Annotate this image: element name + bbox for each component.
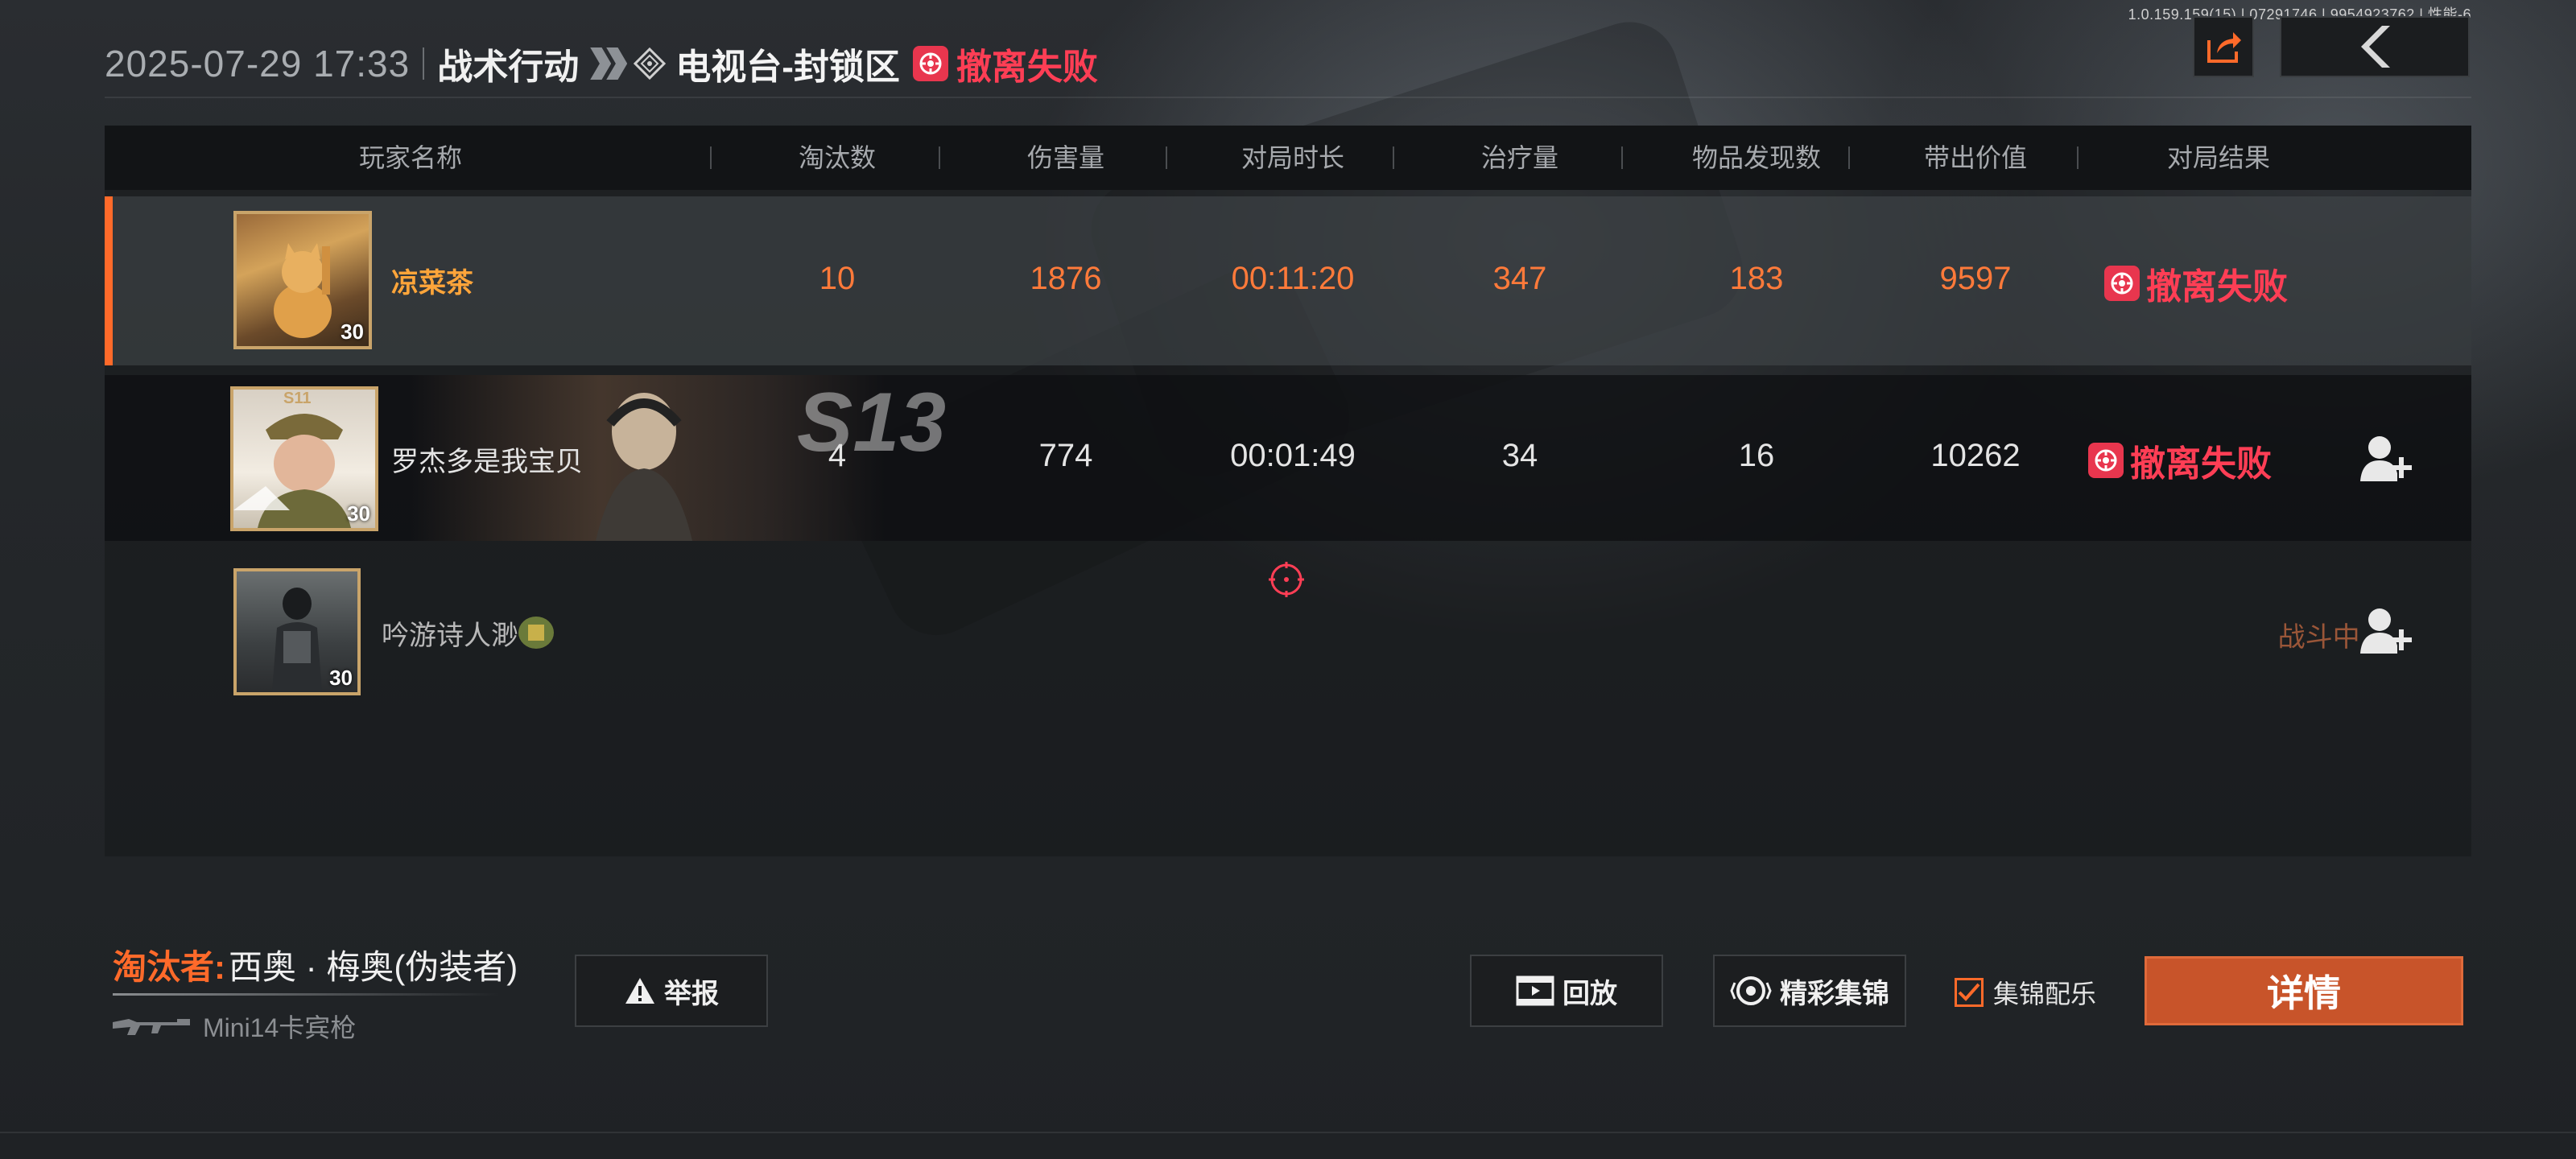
player-name[interactable]: 罗杰多是我宝贝 bbox=[391, 439, 583, 479]
avatar: 30 bbox=[233, 211, 372, 349]
game-mode: 战术行动 bbox=[437, 47, 580, 87]
items-found-value: 16 bbox=[1738, 438, 1775, 473]
bottom-divider bbox=[0, 1132, 2576, 1133]
header-divider bbox=[423, 47, 425, 80]
kills-value: 4 bbox=[828, 438, 847, 473]
match-header: 2025-07-29 17:33 战术行动 电视台-封锁区 撤离失败 bbox=[105, 35, 1098, 92]
weapon-name: Mini14卡宾枪 bbox=[203, 1013, 357, 1042]
eliminator-divider bbox=[113, 993, 499, 996]
highlights-label: 精彩集锦 bbox=[1780, 978, 1889, 1009]
share-button[interactable] bbox=[2193, 16, 2254, 77]
match-result-text: 战斗中... bbox=[2277, 622, 2383, 653]
replay-label: 回放 bbox=[1563, 978, 1617, 1009]
header-result: 撤离失败 bbox=[912, 38, 1098, 89]
extraction-fail-icon bbox=[912, 46, 948, 81]
highlight-music-toggle[interactable]: 集锦配乐 bbox=[1955, 974, 2096, 1011]
film-play-icon bbox=[1516, 975, 1554, 1006]
checkmark-icon bbox=[1958, 983, 1980, 1001]
table-header: 玩家名称 淘汰数 伤害量 对局时长 治疗量 物品发现数 带出价值 对局结果 bbox=[105, 126, 2471, 190]
damage-value: 1876 bbox=[1030, 261, 1102, 296]
self-row-accent bbox=[105, 196, 113, 365]
match-result: 撤离失败 bbox=[2104, 258, 2288, 309]
column-header-healing: 治疗量 bbox=[1480, 143, 1558, 172]
column-header-value: 带出价值 bbox=[1923, 143, 2027, 172]
details-button[interactable]: 详情 bbox=[2145, 956, 2463, 1025]
duration-value: 00:01:49 bbox=[1230, 438, 1356, 473]
share-icon bbox=[2207, 32, 2241, 63]
season-badge: S11 bbox=[283, 390, 312, 407]
player-level: 30 bbox=[329, 666, 353, 690]
match-result-text: 撤离失败 bbox=[2146, 267, 2288, 307]
crosshair-icon bbox=[1269, 562, 1304, 597]
highlight-music-label: 集锦配乐 bbox=[1993, 980, 2097, 1008]
column-divider bbox=[710, 146, 712, 169]
rifle-icon bbox=[113, 1019, 190, 1035]
column-header-player: 玩家名称 bbox=[358, 143, 462, 172]
extraction-fail-icon bbox=[2104, 266, 2140, 301]
extracted-value: 10262 bbox=[1930, 438, 2021, 473]
column-divider bbox=[2077, 146, 2079, 169]
report-label: 举报 bbox=[664, 978, 719, 1009]
chevron-left-icon bbox=[2361, 26, 2390, 68]
header-divider-line bbox=[105, 97, 2471, 98]
healing-value: 347 bbox=[1492, 261, 1547, 296]
eliminator-name: 西奥 · 梅奥(伪装者) bbox=[229, 948, 518, 986]
back-button[interactable] bbox=[2280, 16, 2470, 77]
add-friend-icon[interactable] bbox=[2359, 433, 2415, 485]
double-chevron-icon bbox=[590, 47, 628, 80]
column-header-duration: 对局时长 bbox=[1241, 143, 1344, 172]
highlights-button[interactable]: 精彩集锦 bbox=[1713, 955, 1906, 1027]
extracted-value: 9597 bbox=[1939, 261, 2012, 296]
column-divider bbox=[1848, 146, 1850, 169]
player-level: 30 bbox=[341, 320, 364, 344]
match-result: 撤离失败 bbox=[2088, 435, 2272, 486]
highlight-music-checkbox[interactable] bbox=[1955, 978, 1984, 1007]
column-header-result: 对局结果 bbox=[2166, 143, 2270, 172]
table-row-teammate[interactable]: S13 S11 30 罗杰多是我宝贝 4 774 00:01:49 34 16 … bbox=[105, 375, 2471, 541]
report-button[interactable]: 举报 bbox=[575, 955, 768, 1027]
extraction-fail-icon bbox=[2088, 443, 2124, 478]
camera-reel-icon bbox=[1730, 976, 1772, 1005]
add-friend-icon[interactable] bbox=[2359, 605, 2415, 657]
kills-value: 10 bbox=[819, 261, 856, 296]
items-found-value: 183 bbox=[1729, 261, 1784, 296]
match-result-text: 撤离失败 bbox=[2130, 444, 2272, 484]
avatar: S11 30 bbox=[230, 386, 378, 531]
scoreboard-table: 玩家名称 淘汰数 伤害量 对局时长 治疗量 物品发现数 带出价值 对局结果 30… bbox=[105, 126, 2471, 856]
table-row-self[interactable]: 30 凉菜茶 10 1876 00:11:20 347 183 9597 撤离失… bbox=[105, 196, 2471, 365]
map-diamond-icon bbox=[634, 47, 667, 80]
match-datetime: 2025-07-29 17:33 bbox=[105, 43, 411, 85]
column-divider bbox=[1621, 146, 1623, 169]
player-level: 30 bbox=[347, 501, 370, 526]
column-divider bbox=[939, 146, 940, 169]
damage-value: 774 bbox=[1038, 438, 1093, 473]
replay-button[interactable]: 回放 bbox=[1470, 955, 1663, 1027]
column-divider bbox=[1166, 146, 1167, 169]
avatar: 30 bbox=[233, 568, 361, 695]
player-name[interactable]: 吟游诗人渺 bbox=[382, 613, 518, 653]
player-name[interactable]: 凉菜茶 bbox=[391, 261, 473, 300]
map-name: 电视台-封锁区 bbox=[675, 47, 900, 87]
column-header-items: 物品发现数 bbox=[1691, 143, 1821, 172]
column-header-damage: 伤害量 bbox=[1026, 143, 1104, 172]
details-label: 详情 bbox=[2267, 972, 2341, 1014]
warning-icon bbox=[625, 978, 654, 1004]
header-result-text: 撤离失败 bbox=[956, 47, 1098, 87]
column-divider bbox=[1393, 146, 1394, 169]
healing-value: 34 bbox=[1501, 438, 1538, 473]
duration-value: 00:11:20 bbox=[1231, 261, 1355, 296]
player-badge-icon bbox=[518, 617, 554, 649]
eliminator-label: 淘汰者: bbox=[113, 948, 225, 986]
column-header-kills: 淘汰数 bbox=[798, 143, 876, 172]
